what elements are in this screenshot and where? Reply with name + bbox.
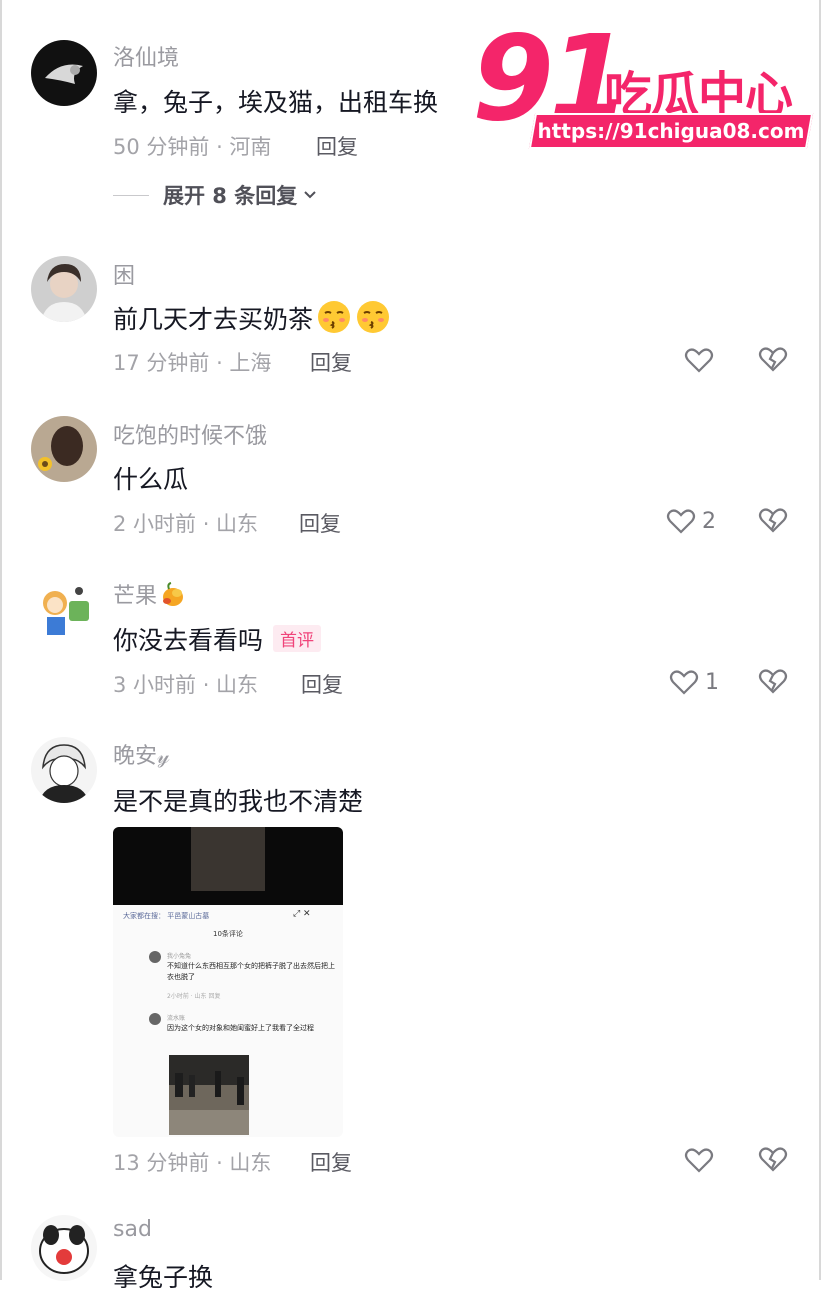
- watermark-logo: 91 吃瓜中心 https://91chigua08.com: [472, 9, 814, 155]
- like-count: 2: [702, 508, 716, 534]
- comment-text-content: 前几天才去买奶茶: [113, 305, 314, 334]
- reply-button[interactable]: 回复: [310, 1147, 352, 1177]
- broken-heart-icon: [758, 347, 788, 372]
- screenshot-avatar: [149, 1013, 161, 1025]
- kissing-face-emoji: [318, 301, 351, 333]
- expand-replies-label: 展开 8 条回复: [163, 184, 298, 208]
- video-frame: [191, 827, 265, 891]
- heart-icon: [669, 670, 699, 695]
- like-count: 1: [705, 669, 719, 695]
- comment-text: 拿，兔子，埃及猫，出租车换: [113, 88, 439, 117]
- heart-icon: [684, 1148, 714, 1173]
- avatar[interactable]: [31, 256, 97, 322]
- comment-meta: 2 小时前 · 山东: [113, 512, 259, 536]
- comment-meta: 50 分钟前 · 河南: [113, 135, 272, 159]
- mango-emoji: [163, 582, 184, 606]
- first-comment-badge: 首评: [273, 625, 322, 652]
- username[interactable]: 困: [113, 258, 135, 290]
- heart-icon: [684, 348, 714, 373]
- comment-text: 拿兔子换: [113, 1263, 214, 1292]
- avatar[interactable]: [31, 737, 97, 803]
- dislike-button[interactable]: [757, 665, 789, 697]
- comment-image[interactable]: 大家都在搜： 平邑蒙山古墓 ⤢ ✕ 10条评论 我小兔兔 不知道什么东西相互那个…: [113, 827, 343, 1137]
- comment-sheet-screenshot: 大家都在搜： 平邑蒙山古墓 ⤢ ✕ 10条评论 我小兔兔 不知道什么东西相互那个…: [113, 905, 343, 1137]
- comment-text: 前几天才去买奶茶: [113, 299, 391, 336]
- broken-heart-icon: [758, 508, 788, 533]
- reply-button[interactable]: 回复: [310, 347, 352, 377]
- avatar[interactable]: [31, 577, 97, 643]
- like-button[interactable]: 2: [665, 504, 716, 538]
- expand-replies-button[interactable]: 展开 8 条回复: [113, 180, 319, 210]
- heart-icon: [666, 509, 696, 534]
- screenshot-comment-meta: 2小时前 · 山东 回复: [167, 993, 221, 1000]
- comment-text: 是不是真的我也不清楚: [113, 787, 364, 816]
- like-button[interactable]: [683, 1143, 715, 1177]
- screenshot-comment-text: 因为这个女的对象和她闺蜜好上了我看了全过程: [167, 1024, 314, 1032]
- username[interactable]: sad: [113, 1217, 152, 1242]
- comment-meta: 17 分钟前 · 上海: [113, 351, 272, 375]
- comment-meta: 3 小时前 · 山东: [113, 673, 259, 697]
- username[interactable]: 吃饱的时候不饿: [113, 418, 267, 450]
- comment-meta: 13 分钟前 · 山东: [113, 1151, 272, 1175]
- screenshot-photo: [169, 1055, 249, 1135]
- screenshot-search-text: 大家都在搜： 平邑蒙山古墓: [123, 912, 210, 920]
- screenshot-comment-count: 10条评论: [213, 930, 243, 938]
- username-text: 芒果: [113, 584, 158, 609]
- reply-button[interactable]: 回复: [316, 131, 358, 161]
- broken-heart-icon: [758, 669, 788, 694]
- screenshot-comment-text: 不知道什么东西相互那个女的把裤子脱了出去然后把上衣也脱了: [167, 962, 335, 981]
- username[interactable]: 芒果: [113, 578, 187, 610]
- watermark-url-box: https://91chigua08.com: [528, 113, 814, 149]
- like-button[interactable]: 1: [668, 665, 719, 699]
- dislike-button[interactable]: [757, 343, 789, 375]
- comment-text-content: 你没去看看吗: [113, 626, 264, 655]
- comment-text: 你没去看看吗 首评: [113, 621, 322, 657]
- chevron-down-icon: [304, 191, 316, 199]
- like-button[interactable]: [683, 343, 715, 377]
- avatar[interactable]: [31, 416, 97, 482]
- screenshot-username: 我小兔兔: [167, 953, 192, 960]
- screenshot-username: 流水账: [167, 1015, 186, 1022]
- comment-text: 什么瓜: [113, 465, 189, 494]
- broken-heart-icon: [758, 1147, 788, 1172]
- video-thumbnail: [113, 827, 343, 905]
- avatar[interactable]: [31, 1215, 97, 1281]
- username[interactable]: 晚安𝓎: [113, 738, 170, 770]
- reply-button[interactable]: 回复: [301, 669, 343, 699]
- watermark-url: https://91chigua08.com: [537, 119, 805, 143]
- reply-button[interactable]: 回复: [299, 508, 341, 538]
- screenshot-close-icon: ⤢ ✕: [293, 909, 311, 919]
- left-border: [0, 0, 2, 1280]
- username[interactable]: 洛仙境: [113, 40, 179, 72]
- screenshot-avatar: [149, 951, 161, 963]
- dislike-button[interactable]: [757, 1143, 789, 1175]
- dislike-button[interactable]: [757, 504, 789, 536]
- kissing-face-emoji: [357, 301, 390, 333]
- avatar[interactable]: [31, 40, 97, 106]
- divider: [113, 194, 149, 196]
